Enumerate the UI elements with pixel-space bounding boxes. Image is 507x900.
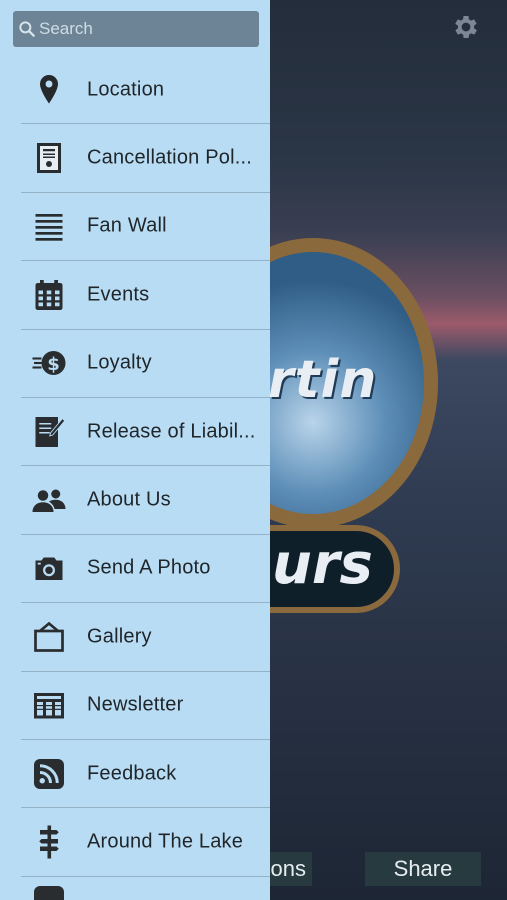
menu-item-gallery[interactable]: Gallery (21, 603, 270, 672)
menu-item-label: Feedback (87, 762, 177, 785)
menu-item-label: Events (87, 283, 150, 306)
menu-item-label: Loyalty (87, 351, 152, 374)
calendar-icon (31, 277, 67, 313)
menu-item-cancellation-policy[interactable]: Cancellation Pol... (21, 124, 270, 193)
menu-item-loyalty[interactable]: $ Loyalty (21, 330, 270, 398)
svg-text:$: $ (47, 354, 60, 375)
menu-list: Location Cancellation Pol... Fan Wall Ev… (0, 56, 270, 900)
menu-item-fan-wall[interactable]: Fan Wall (21, 193, 270, 262)
menu-item-around-the-lake[interactable]: Around The Lake (21, 808, 270, 877)
menu-item-label: Location (87, 78, 165, 101)
location-pin-icon (31, 72, 67, 108)
menu-item-label: Release of Liabil... (87, 420, 256, 443)
side-drawer: Search Location Cancellation Pol... Fan … (0, 0, 270, 900)
share-button[interactable]: Share (365, 852, 481, 886)
settings-gear-icon[interactable] (451, 12, 481, 42)
rss-icon (31, 756, 67, 792)
menu-item-label: Gallery (87, 625, 152, 648)
menu-item-newsletter[interactable]: Newsletter (21, 672, 270, 740)
menu-item-events[interactable]: Events (21, 261, 270, 330)
picture-frame-icon (31, 619, 67, 655)
people-icon (31, 482, 67, 518)
search-placeholder: Search (39, 19, 93, 38)
logo-top-word: rtin (268, 350, 378, 410)
menu-item-label: Send A Photo (87, 556, 211, 579)
menu-item-feedback[interactable]: Feedback (21, 740, 270, 809)
coin-icon: $ (31, 345, 67, 381)
camera-icon (31, 550, 67, 586)
menu-item-partial[interactable] (21, 877, 270, 900)
menu-item-label: About Us (87, 488, 171, 511)
facebook-icon (31, 883, 67, 900)
signpost-icon (31, 824, 67, 860)
menu-item-label: Fan Wall (87, 214, 167, 237)
menu-item-location[interactable]: Location (21, 56, 270, 125)
menu-item-about-us[interactable]: About Us (21, 466, 270, 535)
menu-item-send-a-photo[interactable]: Send A Photo (21, 535, 270, 604)
lines-icon (31, 208, 67, 244)
menu-item-release-of-liability[interactable]: Release of Liabil... (21, 398, 270, 467)
search-icon (19, 21, 35, 37)
document-pen-icon (31, 414, 67, 450)
logo-bottom-word: urs (272, 532, 373, 597)
search-input[interactable]: Search (13, 11, 259, 47)
menu-item-label: Cancellation Pol... (87, 146, 253, 169)
menu-item-label: Newsletter (87, 693, 184, 716)
newspaper-icon (31, 687, 67, 723)
menu-item-label: Around The Lake (87, 830, 244, 853)
certificate-icon (31, 140, 67, 176)
